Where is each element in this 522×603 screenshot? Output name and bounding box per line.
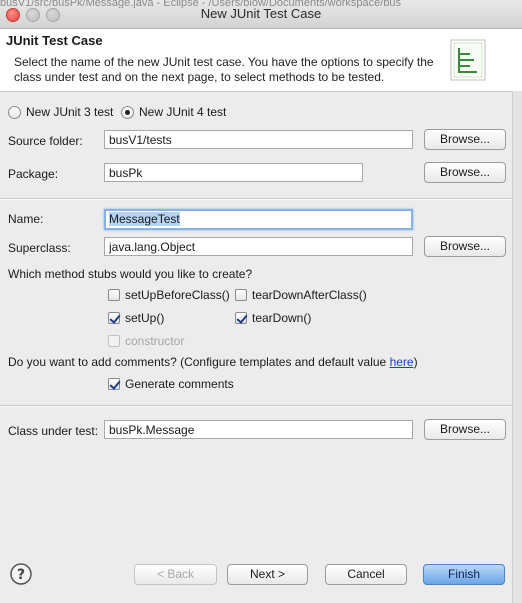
svg-text:?: ? <box>17 567 25 583</box>
junit3-radio[interactable] <box>8 106 21 119</box>
comments-question-end: ) <box>413 355 418 369</box>
method-stubs-question: Which method stubs would you like to cre… <box>8 267 253 281</box>
source-folder-input[interactable]: busV1/tests <box>104 130 413 149</box>
scrollbar[interactable] <box>512 91 522 603</box>
setup-before-class-label: setUpBeforeClass() <box>125 288 230 302</box>
package-label: Package: <box>8 167 59 181</box>
superclass-label: Superclass: <box>8 241 71 255</box>
wizard-header: JUnit Test Case Select the name of the n… <box>0 29 522 92</box>
junit3-label: New JUnit 3 test <box>26 105 114 119</box>
wizard-title: JUnit Test Case <box>6 33 103 48</box>
package-browse-button[interactable]: Browse... <box>424 162 506 183</box>
junit4-label: New JUnit 4 test <box>139 105 227 119</box>
junit4-radio[interactable] <box>121 106 134 119</box>
back-button[interactable]: < Back <box>134 564 217 585</box>
setup-before-class-checkbox[interactable] <box>108 289 120 301</box>
junit-wizard-icon <box>450 39 486 81</box>
teardown-after-class-label: tearDownAfterClass() <box>252 288 367 302</box>
next-button[interactable]: Next > <box>227 564 308 585</box>
setup-checkbox[interactable] <box>108 312 120 324</box>
class-under-test-browse-button[interactable]: Browse... <box>424 419 506 440</box>
configure-templates-link[interactable]: here <box>390 355 414 369</box>
comments-question: Do you want to add comments? (Configure … <box>8 355 418 369</box>
window-title: New JUnit Test Case <box>200 6 322 21</box>
wizard-description: Select the name of the new JUnit test ca… <box>14 55 434 84</box>
source-folder-label: Source folder: <box>8 134 83 148</box>
name-label: Name: <box>8 212 44 226</box>
constructor-checkbox <box>108 335 120 347</box>
separator <box>0 405 512 407</box>
generate-comments-checkbox[interactable] <box>108 378 120 390</box>
teardown-checkbox[interactable] <box>235 312 247 324</box>
teardown-after-class-checkbox[interactable] <box>235 289 247 301</box>
generate-comments-label: Generate comments <box>125 377 234 391</box>
help-icon[interactable]: ? <box>10 563 32 585</box>
cancel-button[interactable]: Cancel <box>325 564 407 585</box>
comments-question-text: Do you want to add comments? (Configure … <box>8 355 390 369</box>
name-input[interactable]: MessageTest <box>104 209 413 230</box>
finish-button[interactable]: Finish <box>423 564 505 585</box>
package-input[interactable]: busPk <box>104 163 363 182</box>
source-folder-browse-button[interactable]: Browse... <box>424 129 506 150</box>
setup-label: setUp() <box>125 311 165 325</box>
separator <box>0 198 512 200</box>
superclass-browse-button[interactable]: Browse... <box>424 236 506 257</box>
title-bar: busV1/src/busPk/Message.java - Eclipse -… <box>0 0 522 29</box>
teardown-label: tearDown() <box>252 311 312 325</box>
name-input-value: MessageTest <box>109 212 180 226</box>
class-under-test-label: Class under test: <box>8 424 99 438</box>
superclass-input[interactable]: java.lang.Object <box>104 237 413 256</box>
constructor-label: constructor <box>125 334 185 348</box>
class-under-test-input[interactable]: busPk.Message <box>104 420 413 439</box>
